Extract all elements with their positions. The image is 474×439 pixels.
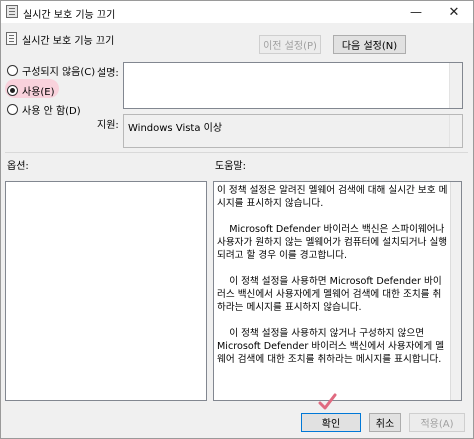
help-paragraph: Microsoft Defender 바이러스 백신은 스파이웨어나 사용자가 … xyxy=(217,224,448,261)
supported-label: 지원: xyxy=(97,120,119,131)
check-mark-icon xyxy=(318,393,337,410)
divider xyxy=(5,152,468,153)
window-title: 실시간 보호 기능 끄기 xyxy=(23,10,116,21)
radio-label: 사용(E) xyxy=(22,87,55,98)
policy-dialog: 실시간 보호 기능 끄기 — ✕ 실시간 보호 기능 끄기 이전 설정(P) 다… xyxy=(0,0,474,439)
minimize-button[interactable]: — xyxy=(397,1,435,23)
radio-label: 사용 안 함(D) xyxy=(22,106,81,117)
radio-enabled[interactable]: 사용(E) xyxy=(7,83,55,98)
close-button[interactable]: ✕ xyxy=(435,1,473,23)
comment-textarea[interactable] xyxy=(123,62,463,109)
policy-document-icon xyxy=(6,5,18,18)
radio-circle[interactable] xyxy=(7,65,18,76)
supported-on-field: Windows Vista 이상 xyxy=(123,114,463,148)
radio-disabled[interactable]: 사용 안 함(D) xyxy=(7,102,81,117)
ok-button[interactable]: 확인 xyxy=(301,413,361,432)
radio-label: 구성되지 않음(C) xyxy=(22,67,96,78)
radio-not-configured[interactable]: 구성되지 않음(C) xyxy=(7,63,95,78)
apply-button[interactable]: 적용(A) xyxy=(409,413,465,432)
setting-icon xyxy=(6,32,17,45)
setting-title: 실시간 보호 기능 끄기 xyxy=(22,36,115,47)
help-text: 이 정책 설정은 알려진 멜웨어 검색에 대해 실시간 보호 메시지를 표시하지… xyxy=(217,184,449,379)
help-label: 도움말: xyxy=(215,161,246,172)
options-label: 옵션: xyxy=(7,161,29,172)
comment-scrollbar[interactable] xyxy=(449,63,462,108)
help-paragraph: 이 정책 설정을 사용하면 Microsoft Defender 바이러스 백신… xyxy=(217,276,442,313)
next-setting-button[interactable]: 다음 설정(N) xyxy=(333,35,406,54)
title-bar[interactable]: 실시간 보호 기능 끄기 — ✕ xyxy=(1,1,473,23)
radio-circle-checked[interactable] xyxy=(7,85,18,96)
help-scrollbar[interactable] xyxy=(450,182,461,400)
help-paragraph: 이 정책 설정을 사용하지 않거나 구성하지 않으면 Microsoft Def… xyxy=(217,328,445,365)
help-paragraph: 이 정책 설정은 알려진 멜웨어 검색에 대해 실시간 보호 메시지를 표시하지… xyxy=(217,185,448,209)
comment-label: 설명: xyxy=(97,68,119,79)
cancel-button[interactable]: 취소 xyxy=(369,413,401,432)
previous-setting-button[interactable]: 이전 설정(P) xyxy=(259,35,321,54)
supported-on-value: Windows Vista 이상 xyxy=(128,123,223,134)
supported-scrollbar[interactable] xyxy=(449,115,462,147)
radio-circle[interactable] xyxy=(7,104,18,115)
options-pane xyxy=(5,181,207,401)
